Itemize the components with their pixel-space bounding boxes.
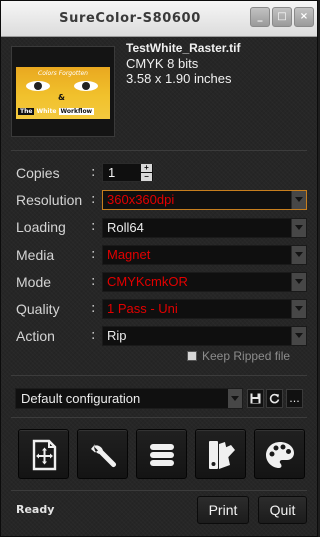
resolution-dropdown[interactable]: 360x360dpi	[102, 190, 307, 210]
copies-label: Copies	[16, 165, 60, 181]
divider	[11, 150, 307, 151]
more-config-button[interactable]: ...	[286, 389, 303, 408]
color-swatch-icon	[209, 441, 235, 469]
mode-value: CMYKcmkOR	[107, 274, 188, 289]
resolution-value: 360x360dpi	[107, 192, 175, 207]
chevron-down-icon[interactable]	[291, 327, 306, 345]
thumbnail-word-the: The	[18, 108, 35, 115]
thumbnail-ampersand: &	[58, 93, 65, 102]
configuration-dropdown[interactable]: Default configuration	[15, 388, 243, 409]
action-value: Rip	[107, 328, 127, 343]
color-swatch-button[interactable]	[195, 429, 246, 479]
thumbnail-eye-left	[26, 81, 50, 91]
layout-button[interactable]	[18, 429, 69, 479]
quality-dropdown[interactable]: 1 Pass - Uni	[102, 299, 307, 319]
palette-button[interactable]	[254, 429, 305, 479]
divider	[11, 490, 307, 491]
keep-ripped-checkbox[interactable]	[187, 351, 197, 361]
thumbnail-text-top: Colors Forgotten	[38, 70, 88, 77]
save-config-button[interactable]	[247, 389, 264, 408]
action-label: Action	[16, 328, 55, 344]
layout-icon	[32, 439, 57, 471]
chevron-down-icon[interactable]	[291, 219, 306, 237]
file-colorspace: CMYK 8 bits	[126, 56, 199, 71]
status-text: Ready	[16, 503, 55, 516]
refresh-icon	[269, 393, 280, 404]
refresh-config-button[interactable]	[266, 389, 283, 408]
window-title: SureColor-S80600	[59, 11, 201, 26]
title-bar[interactable]: SureColor-S80600 _ □ ×	[1, 1, 317, 37]
mode-label: Mode	[16, 274, 52, 290]
main-window: SureColor-S80600 _ □ × Colors Forgotten …	[0, 0, 318, 537]
thumbnail-word-workflow: Workflow	[58, 108, 95, 115]
resolution-label: Resolution	[16, 192, 83, 208]
media-value: Magnet	[107, 247, 151, 262]
queue-button[interactable]	[136, 429, 187, 479]
mode-dropdown[interactable]: CMYKcmkOR	[102, 272, 307, 292]
quality-colon: :	[91, 301, 96, 316]
copies-colon: :	[91, 165, 96, 180]
chevron-down-icon[interactable]	[291, 191, 306, 209]
quality-label: Quality	[16, 301, 60, 317]
stack-icon	[150, 444, 174, 466]
loading-colon: :	[91, 219, 96, 234]
file-dimensions: 3.58 x 1.90 inches	[126, 71, 232, 86]
thumbnail-word-white: White	[36, 108, 57, 115]
divider	[11, 375, 307, 376]
save-icon	[250, 393, 261, 404]
settings-button[interactable]	[77, 429, 128, 479]
chevron-down-icon[interactable]	[291, 273, 306, 291]
media-label: Media	[16, 247, 55, 263]
wrench-icon	[91, 444, 116, 467]
copies-value: 1	[108, 165, 116, 180]
action-colon: :	[91, 328, 96, 343]
thumbnail-caption: The White Workflow	[18, 106, 108, 117]
action-dropdown[interactable]: Rip	[102, 326, 307, 346]
quit-button[interactable]: Quit	[258, 496, 307, 524]
minimize-button[interactable]: _	[250, 7, 270, 27]
thumbnail-eye-right	[74, 81, 98, 91]
quality-value: 1 Pass - Uni	[107, 301, 178, 316]
image-thumbnail: Colors Forgotten & The White Workflow	[11, 46, 115, 137]
palette-icon	[266, 442, 294, 468]
media-colon: :	[91, 247, 96, 262]
chevron-down-icon[interactable]	[291, 246, 306, 264]
increment-icon[interactable]: +	[141, 164, 152, 172]
loading-value: Roll64	[107, 220, 144, 235]
media-dropdown[interactable]: Magnet	[102, 245, 307, 265]
close-button[interactable]: ×	[294, 7, 314, 27]
mode-colon: :	[91, 274, 96, 289]
loading-label: Loading	[16, 219, 66, 235]
file-info: TestWhite_Raster.tif CMYK 8 bits 3.58 x …	[126, 41, 240, 86]
maximize-button[interactable]: □	[272, 7, 292, 27]
keep-ripped-label[interactable]: Keep Ripped file	[202, 349, 290, 363]
thumbnail-image: Colors Forgotten & The White Workflow	[16, 67, 110, 119]
file-name: TestWhite_Raster.tif	[126, 41, 241, 55]
print-button[interactable]: Print	[197, 496, 249, 524]
configuration-value: Default configuration	[21, 391, 141, 406]
chevron-down-icon[interactable]	[291, 300, 306, 318]
copies-spinbox[interactable]: 1 + −	[102, 163, 154, 182]
decrement-icon[interactable]: −	[141, 173, 152, 181]
divider	[11, 417, 307, 418]
resolution-colon: :	[91, 192, 96, 207]
chevron-down-icon[interactable]	[228, 389, 242, 408]
loading-dropdown[interactable]: Roll64	[102, 218, 307, 238]
